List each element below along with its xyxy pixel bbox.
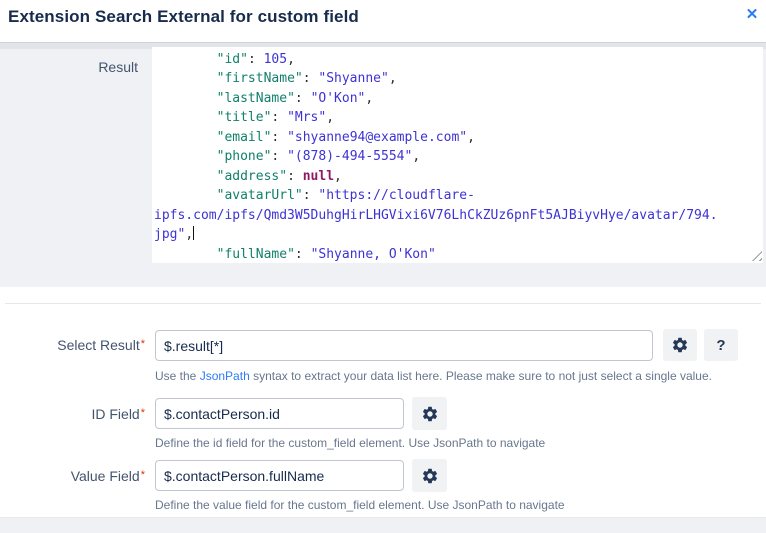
close-icon[interactable]: ✕ — [741, 4, 763, 26]
id-field-helper: Define the id field for the custom_field… — [155, 436, 545, 450]
gear-icon — [421, 405, 439, 423]
select-result-settings-button[interactable] — [663, 329, 697, 361]
page-title: Extension Search External for custom fie… — [8, 7, 359, 27]
jsonpath-link[interactable]: JsonPath — [200, 369, 250, 383]
result-editor[interactable]: "contactPerson": { "id": 105, "firstName… — [152, 47, 763, 263]
bottom-section-bar — [0, 517, 766, 533]
section-divider — [5, 303, 761, 304]
gear-icon — [671, 336, 689, 354]
value-field-settings-button[interactable] — [412, 459, 447, 492]
result-label: Result — [0, 59, 138, 75]
required-marker: * — [141, 338, 145, 350]
id-field-input[interactable] — [155, 398, 404, 429]
help-button[interactable]: ? — [704, 329, 738, 361]
value-field-label: Value Field* — [0, 468, 145, 484]
select-result-label: Select Result* — [0, 337, 145, 353]
gear-icon — [421, 467, 439, 485]
id-field-label: ID Field* — [0, 406, 145, 422]
required-marker: * — [141, 469, 145, 481]
value-field-helper: Define the value field for the custom_fi… — [155, 498, 565, 512]
id-field-settings-button[interactable] — [412, 397, 447, 430]
select-result-helper: Use the JsonPath syntax to extract your … — [155, 369, 712, 383]
result-editor-section: Result "contactPerson": { "id": 105, "fi… — [0, 49, 766, 287]
result-json-content: "contactPerson": { "id": 105, "firstName… — [152, 47, 763, 263]
select-result-input[interactable] — [155, 330, 653, 361]
value-field-input[interactable] — [155, 460, 404, 491]
extension-config-modal: Extension Search External for custom fie… — [0, 0, 766, 533]
required-marker: * — [141, 407, 145, 419]
